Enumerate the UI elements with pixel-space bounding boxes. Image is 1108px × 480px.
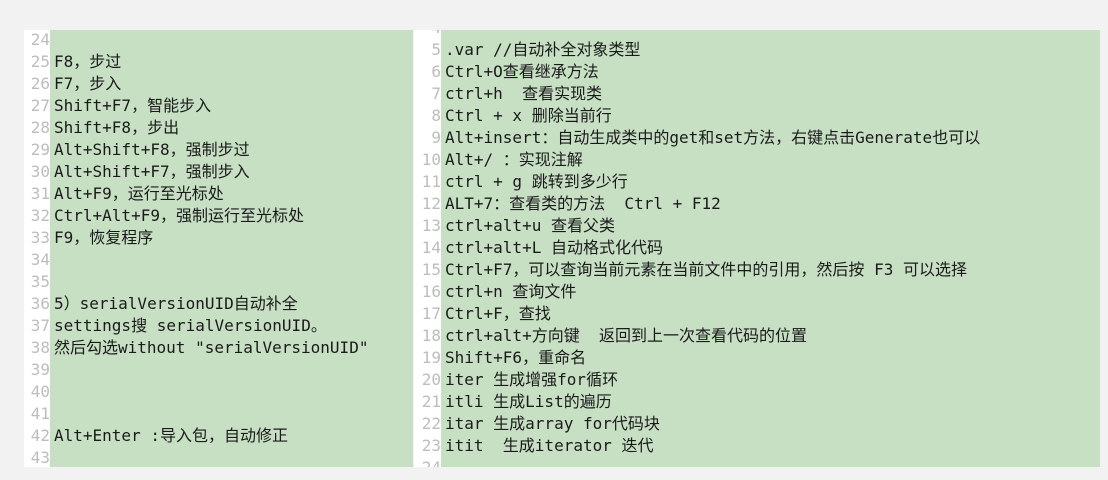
line-number: 19 [421,348,441,367]
line-number: 36 [30,294,50,313]
code-line: 5）serialVersionUID自动补全 [54,294,298,313]
code-line: settings搜 serialVersionUID。 [54,316,327,335]
line-number: 31 [30,184,50,203]
code-line: Ctrl+F，查找 [445,304,551,323]
line-number: 12 [421,194,441,213]
code-line: ctrl+alt+方向键 返回到上一次查看代码的位置 [445,326,807,345]
line-number: 27 [30,96,50,115]
right-line-number-gutter: 45 6 7 8 9 10 11 12 13 14 15 16 17 18 19 20 21 22 23 24 [414,30,441,467]
code-line: F8，步过 [54,52,122,71]
line-number: 13 [421,216,441,235]
line-number: 5 [431,40,441,59]
line-number: 8 [431,106,441,125]
code-line: Ctrl + x 删除当前行 [445,106,612,125]
line-number: 4 [431,30,441,39]
code-line: Shift+F8，步出 [54,118,180,137]
line-number: 20 [421,370,441,389]
left-code-pane[interactable]: 24 25 26 27 28 29 30 31 32 33 34 35 36 37 38 39 40 41 42 43… [24,30,413,467]
line-number: 38 [30,338,50,357]
code-line: itit 生成iterator 迭代 [445,436,654,455]
code-line: Alt+Shift+F7，强制步入 [54,162,250,181]
code-line: Alt+Shift+F8，强制步过 [54,140,250,159]
line-number: 24 [30,30,50,49]
line-number: 42 [30,426,50,445]
right-code-area[interactable]: .var //自动补全对象类型 Ctrl+O查看继承方法 ctrl+h 查看实现类 C… [441,30,1100,467]
code-line: ctrl + g 跳转到多少行 [445,172,628,191]
line-number: 30 [30,162,50,181]
code-line: Shift+F6，重命名 [445,348,587,367]
code-line: Alt+insert：自动生成类中的get和set方法，右键点击Generate… [445,128,981,147]
line-number: 17 [421,304,441,323]
code-line: iter 生成增强for循环 [445,370,619,389]
line-number: 40 [30,382,50,401]
left-line-number-gutter: 24 25 26 27 28 29 30 31 32 33 34 35 36 37 38 39 40 41 42 43 [24,30,50,467]
line-number: 10 [421,150,441,169]
line-number: 29 [30,140,50,159]
code-line: F7，步入 [54,74,122,93]
line-number: 23 [421,436,441,455]
code-line: Alt+Enter :导入包，自动修正 [54,426,288,445]
code-line: .var //自动补全对象类型 [445,40,641,59]
line-number: 34 [30,250,50,269]
code-line: Alt+F9，运行至光标处 [54,184,224,203]
line-number: 7 [431,84,441,103]
right-code-pane[interactable]: 45 6 7 8 9 10 11 12 13 14 15 16 17 18 19 20 21 22 23 24 .va… [414,30,1100,467]
line-number: 41 [30,404,50,423]
line-number: 33 [30,228,50,247]
line-number: 16 [421,282,441,301]
line-number: 35 [30,272,50,291]
line-number: 9 [431,128,441,147]
code-line: Alt+/ ：实现注解 [445,150,583,169]
line-number: 6 [431,62,441,81]
code-line: 然后勾选without "serialVersionUID" [54,338,369,357]
line-number: 43 [30,448,50,467]
code-line: Ctrl+O查看继承方法 [445,62,599,81]
line-number: 15 [421,260,441,279]
screenshot: 24 25 26 27 28 29 30 31 32 33 34 35 36 37 38 39 40 41 42 43… [0,0,1108,480]
code-line: itar 生成array for代码块 [445,414,660,433]
code-line: ctrl+n 查询文件 [445,282,577,301]
code-line: F9，恢复程序 [54,228,154,247]
line-number: 39 [30,360,50,379]
code-line: Shift+F7，智能步入 [54,96,212,115]
line-number: 28 [30,118,50,137]
line-number: 21 [421,392,441,411]
line-number: 24 [422,457,441,467]
line-number: 11 [421,172,441,191]
code-line: itli 生成List的遍历 [445,392,612,411]
line-number: 18 [421,326,441,345]
code-line: Ctrl+F7，可以查询当前元素在当前文件中的引用，然后按 F3 可以选择 [445,260,967,279]
code-line: ALT+7：查看类的方法 Ctrl + F12 [445,194,721,213]
line-number: 22 [421,414,441,433]
code-line: ctrl+alt+u 查看父类 [445,216,615,235]
line-number: 37 [30,316,50,335]
code-line: Ctrl+Alt+F9，强制运行至光标处 [54,206,304,225]
line-number: 32 [30,206,50,225]
left-code-area[interactable]: F8，步过 F7，步入 Shift+F7，智能步入 Shift+F8，步出 Alt+Sh… [50,30,413,467]
code-line: ctrl+alt+L 自动格式化代码 [445,238,663,257]
line-number: 26 [30,74,50,93]
line-number: 14 [421,238,441,257]
code-line: ctrl+h 查看实现类 [445,84,603,103]
line-number: 25 [30,52,50,71]
